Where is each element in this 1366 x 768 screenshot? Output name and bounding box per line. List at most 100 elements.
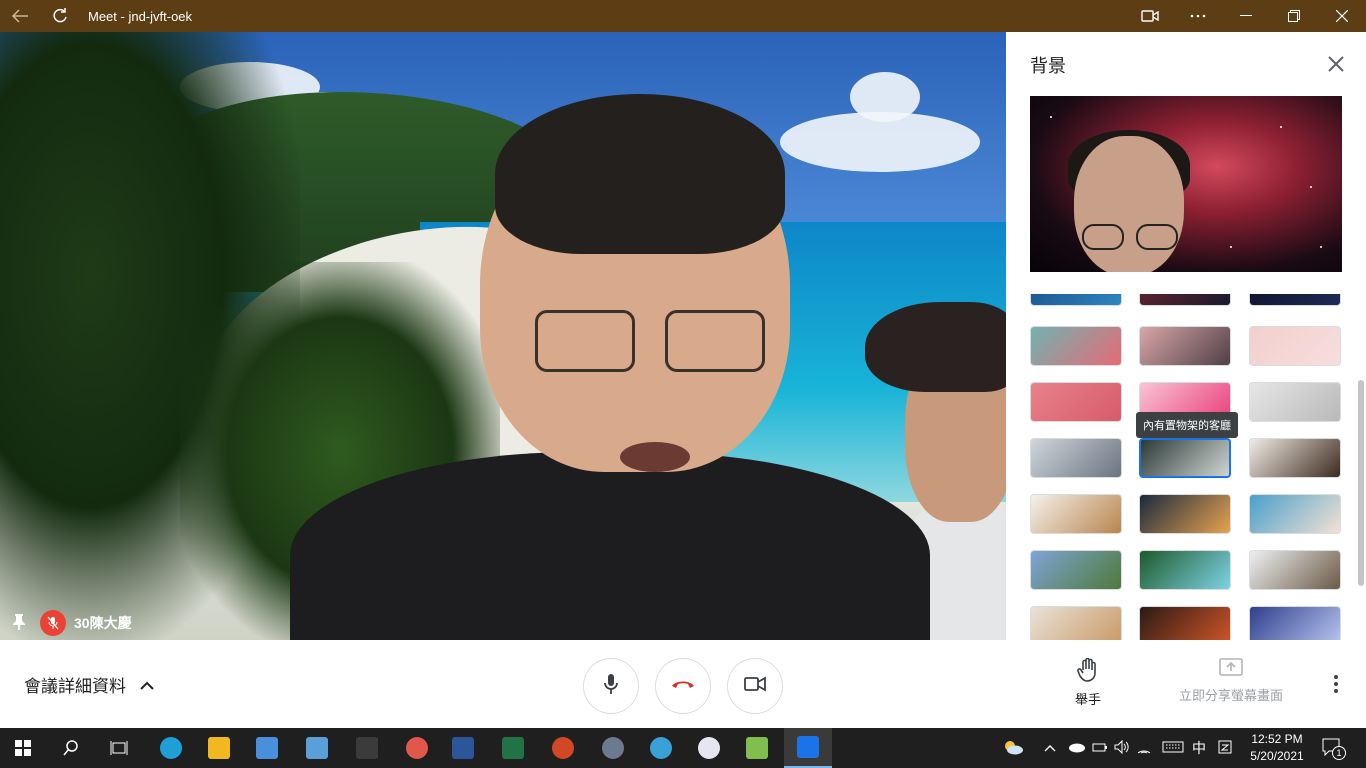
powerpoint-icon[interactable] [540,728,586,768]
edge-icon[interactable] [148,728,194,768]
weather-icon[interactable] [1002,739,1026,758]
preview-face [1074,136,1184,272]
panel-scrollbar[interactable] [1358,380,1364,586]
chevron-up-icon [140,675,154,695]
powerpoint-icon-glyph [552,737,574,759]
close-window-button[interactable] [1318,0,1366,32]
camera-button[interactable] [727,658,783,714]
background-thumbnail[interactable] [1030,606,1122,640]
background-thumbnail[interactable] [1030,382,1122,422]
background-thumbnail[interactable] [1030,294,1122,306]
background-thumbnail[interactable] [1139,550,1231,590]
background-thumbnail[interactable] [1139,494,1231,534]
background-thumbnail[interactable] [1249,606,1341,640]
background-thumbnail[interactable] [1030,438,1122,478]
background-panel: 背景 內有置物架的客廳 [1006,32,1366,640]
window-title: Meet - jnd-jvft-oek [88,8,193,24]
file-explorer-icon-glyph [208,737,230,759]
more-options-icon[interactable] [1174,0,1222,32]
background-thumbnail[interactable] [1249,382,1341,422]
leave-call-button[interactable] [655,658,711,714]
microphone-icon [603,673,619,700]
reload-icon[interactable] [40,0,80,32]
battery-icon[interactable] [1092,741,1114,756]
participant-2-hair [865,302,1006,392]
word-icon[interactable] [440,728,486,768]
notepad-icon[interactable] [734,728,780,768]
preview-glasses [1082,224,1124,250]
volume-icon[interactable] [1114,739,1136,757]
network-icon[interactable] [1136,740,1162,757]
glasses [665,310,765,372]
photos-icon[interactable] [638,728,684,768]
terminal-icon-glyph [356,737,378,759]
more-vertical-icon[interactable] [1326,674,1346,699]
background-thumbnail[interactable] [1139,606,1231,640]
background-thumbnail[interactable] [1030,550,1122,590]
background-thumbnail[interactable] [1249,550,1341,590]
input-method-indicator[interactable]: 中 [1192,738,1218,758]
word-icon-glyph [452,737,474,759]
background-thumbnail[interactable] [1249,438,1341,478]
background-thumbnail[interactable] [1249,494,1341,534]
clock-time: 12:52 PM [1251,732,1303,746]
background-preview [1030,96,1342,272]
present-now-button[interactable]: 立即分享螢幕畫面 [1176,658,1286,704]
minimize-button[interactable] [1222,0,1270,32]
terminal-icon[interactable] [344,728,390,768]
background-grid [1030,294,1342,640]
present-screen-icon [1219,658,1243,681]
taskbar-clock[interactable]: 12:52 PM 5/20/2021 [1244,731,1310,765]
excel-icon-glyph [502,737,524,759]
pin-icon[interactable] [12,613,26,634]
notification-icon[interactable]: 1 [1322,738,1346,760]
meeting-details-button[interactable]: 會議詳細資料 [24,672,154,697]
clock-date: 5/20/2021 [1250,749,1304,763]
background-thumbnail[interactable] [1030,494,1122,534]
itunes-icon[interactable] [686,728,732,768]
store-icon-glyph [256,737,278,759]
notification-count: 1 [1332,746,1346,760]
mouth [620,442,690,472]
camera-icon[interactable] [1126,0,1174,32]
title-bar: Meet - jnd-jvft-oek [0,0,1366,32]
control-panel-icon[interactable] [294,728,340,768]
close-icon[interactable] [1324,52,1348,76]
participant-name-tag: 30陳大慶 [12,610,132,636]
task-view-icon[interactable] [96,728,142,768]
restore-button[interactable] [1270,0,1318,32]
thumbnail-tooltip: 內有置物架的客廳 [1136,412,1238,438]
background-thumbnail[interactable] [1139,438,1231,478]
keyboard-icon[interactable] [1162,741,1192,756]
file-explorer-icon[interactable] [196,728,242,768]
settings-icon[interactable] [590,728,636,768]
preview-glasses [1136,224,1178,250]
meet-icon[interactable] [784,728,832,768]
settings-icon-glyph [602,737,624,759]
background-thumbnail[interactable] [1249,326,1341,366]
glasses [535,310,635,372]
chevron-up-icon[interactable] [1044,741,1068,755]
meet-icon-glyph [797,736,819,758]
windows-start-icon[interactable] [0,728,46,768]
cloud [850,72,920,122]
background-thumbnail[interactable] [1139,326,1231,366]
raise-hand-button[interactable]: 舉手 [1068,657,1108,708]
paint-icon[interactable] [394,728,440,768]
search-icon[interactable] [48,728,94,768]
background-thumbnail[interactable] [1139,294,1231,306]
participant-name: 30陳大慶 [74,615,132,631]
excel-icon[interactable] [490,728,536,768]
windows-taskbar: 中 12:52 PM 5/20/2021 1 [0,728,1366,768]
background-thumbnail[interactable] [1030,326,1122,366]
store-icon[interactable] [244,728,290,768]
mic-muted-icon [40,610,66,636]
photos-icon-glyph [650,737,672,759]
ime-mode-icon[interactable] [1218,740,1242,757]
background-thumbnail[interactable] [1249,294,1341,306]
back-arrow-icon[interactable] [0,0,40,32]
onedrive-icon[interactable] [1068,741,1092,756]
present-label: 立即分享螢幕畫面 [1178,688,1283,703]
microphone-button[interactable] [583,658,639,714]
panel-title: 背景 [1030,56,1066,76]
